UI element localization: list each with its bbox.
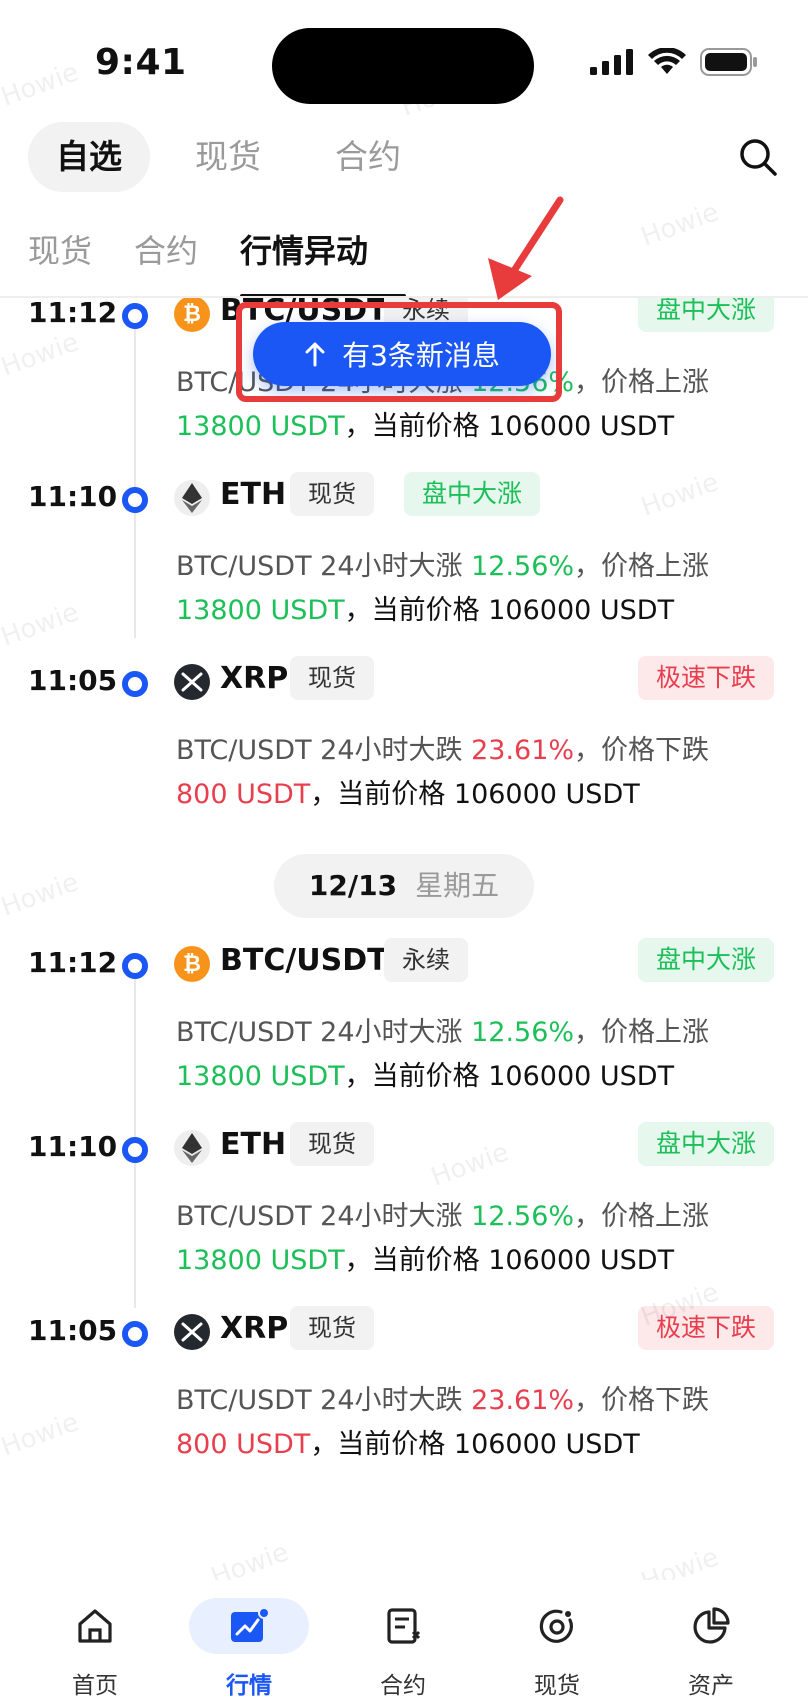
btc-icon: ₿ — [174, 298, 210, 332]
feed-item[interactable]: 11:05 XRP 现货 极速下跌 BTC/USDT 24小时大跌 23.61%… — [0, 1306, 808, 1490]
item-time: 11:05 — [28, 664, 118, 697]
search-button[interactable] — [736, 135, 780, 179]
market-chart-icon — [231, 1607, 270, 1642]
movement-price: 13800 USDT，当前价格 106000 USDT — [176, 1245, 675, 1276]
movement-description: BTC/USDT 24小时大跌 23.61%，价格下跌 — [176, 735, 710, 766]
timeline-dot — [122, 487, 148, 513]
nav-item-contract[interactable]: 合约 — [338, 1598, 468, 1699]
coin-name: ETH — [220, 1127, 287, 1162]
item-time: 11:12 — [28, 298, 118, 329]
change-percent: 12.56% — [471, 1017, 575, 1048]
market-tag: 永续 — [384, 938, 468, 982]
top-tab-watchlist[interactable]: 自选 — [28, 122, 150, 192]
item-time: 11:12 — [28, 946, 118, 979]
nav-item-spot[interactable]: 现货 — [492, 1598, 622, 1699]
annotation-arrow-icon — [488, 196, 564, 300]
timeline-dot — [122, 953, 148, 979]
change-percent: 23.61% — [471, 1385, 575, 1416]
change-amount: 13800 USDT — [176, 595, 345, 626]
bottom-nav: 首页 行情 合约 现货 资产 — [0, 1580, 808, 1702]
sub-tab-contract[interactable]: 合约 — [134, 226, 198, 272]
feed-item[interactable]: 11:10 ETH 现货 盘中大涨 BTC/USDT 24小时大涨 12.56%… — [0, 472, 808, 656]
nav-item-assets[interactable]: 资产 — [646, 1598, 776, 1699]
movement-price: 800 USDT，当前价格 106000 USDT — [176, 1429, 640, 1460]
coin-name: BTC/USDT — [220, 943, 388, 978]
annotation-highlight-box — [236, 302, 562, 402]
change-percent: 23.61% — [471, 735, 575, 766]
item-time: 11:10 — [28, 480, 118, 513]
coin-name: ETH — [220, 477, 287, 512]
status-icons — [590, 48, 758, 76]
change-percent: 12.56% — [471, 551, 575, 582]
timeline-dot — [122, 303, 148, 329]
feed-item[interactable]: 11:05 XRP 现货 极速下跌 BTC/USDT 24小时大跌 23.61%… — [0, 656, 808, 840]
contract-icon — [387, 1608, 421, 1644]
nav-item-home[interactable]: 首页 — [30, 1598, 160, 1699]
status-bar: 9:41 — [0, 0, 808, 120]
btc-icon: ₿ — [174, 946, 210, 982]
xrp-icon — [174, 664, 210, 700]
change-amount: 13800 USDT — [176, 1245, 345, 1276]
trend-badge: 极速下跌 — [638, 656, 775, 700]
top-tab-spot[interactable]: 现货 — [195, 122, 261, 192]
eth-icon — [174, 1130, 210, 1166]
trend-badge: 极速下跌 — [638, 1306, 775, 1350]
top-tabs: 自选 现货 合约 — [28, 122, 780, 192]
home-icon — [78, 1609, 112, 1643]
movement-price: 13800 USDT，当前价格 106000 USDT — [176, 411, 675, 442]
item-time: 11:05 — [28, 1314, 118, 1347]
movement-price: 13800 USDT，当前价格 106000 USDT — [176, 1061, 675, 1092]
date-text: 12/13 — [308, 869, 398, 902]
search-icon — [740, 139, 777, 176]
xrp-icon — [174, 1314, 210, 1350]
trend-badge: 盘中大涨 — [638, 938, 775, 982]
change-amount: 13800 USDT — [176, 411, 345, 442]
nav-item-market[interactable]: 行情 — [184, 1598, 314, 1699]
spot-icon — [539, 1609, 573, 1643]
change-amount: 800 USDT — [176, 779, 311, 810]
feed-item[interactable]: 11:10 ETH 现货 盘中大涨 BTC/USDT 24小时大涨 12.56%… — [0, 1122, 808, 1306]
movement-price: 800 USDT，当前价格 106000 USDT — [176, 779, 640, 810]
feed-item[interactable]: 11:12 ₿ BTC/USDT 永续 盘中大涨 BTC/USDT 24小时大涨… — [0, 938, 808, 1122]
battery-icon — [700, 48, 757, 76]
change-amount: 800 USDT — [176, 1429, 311, 1460]
movement-description: BTC/USDT 24小时大涨 12.56%，价格上涨 — [176, 1201, 710, 1232]
change-percent: 12.56% — [471, 1201, 575, 1232]
coin-name: XRP — [220, 661, 289, 696]
timeline-dot — [122, 1321, 148, 1347]
sub-tab-market-movement[interactable]: 行情异动 — [240, 226, 368, 272]
wifi-icon — [648, 48, 686, 74]
timeline-dot — [122, 1137, 148, 1163]
item-time: 11:10 — [28, 1130, 118, 1163]
trend-badge: 盘中大涨 — [638, 1122, 775, 1166]
eth-icon — [174, 480, 210, 516]
trend-badge: 盘中大涨 — [404, 472, 541, 516]
market-tag: 现货 — [290, 1306, 374, 1350]
change-amount: 13800 USDT — [176, 1061, 345, 1092]
coin-name: XRP — [220, 1311, 289, 1346]
status-time: 9:41 — [95, 42, 187, 83]
dynamic-island — [272, 28, 534, 104]
market-tag: 现货 — [290, 1122, 374, 1166]
pie-chart-icon — [693, 1607, 730, 1644]
sub-tab-spot[interactable]: 现货 — [28, 226, 92, 272]
market-tag: 现货 — [290, 656, 374, 700]
weekday-text: 星期五 — [415, 869, 500, 902]
top-tab-contract[interactable]: 合约 — [335, 122, 401, 192]
market-movement-feed[interactable]: 11:12 ₿ BTC/USDT 永续 盘中大涨 BTC/USDT 24小时大涨… — [0, 298, 808, 1578]
sub-tabs: 现货 合约 行情异动 — [28, 218, 808, 298]
movement-description: BTC/USDT 24小时大涨 12.56%，价格上涨 — [176, 1017, 710, 1048]
movement-description: BTC/USDT 24小时大跌 23.61%，价格下跌 — [176, 1385, 710, 1416]
trend-badge: 盘中大涨 — [638, 298, 775, 332]
movement-description: BTC/USDT 24小时大涨 12.56%，价格上涨 — [176, 551, 710, 582]
market-tag: 现货 — [290, 472, 374, 516]
movement-price: 13800 USDT，当前价格 106000 USDT — [176, 595, 675, 626]
timeline-dot — [122, 671, 148, 697]
cellular-signal-icon — [590, 49, 633, 75]
date-divider: 12/13 星期五 — [274, 854, 534, 918]
